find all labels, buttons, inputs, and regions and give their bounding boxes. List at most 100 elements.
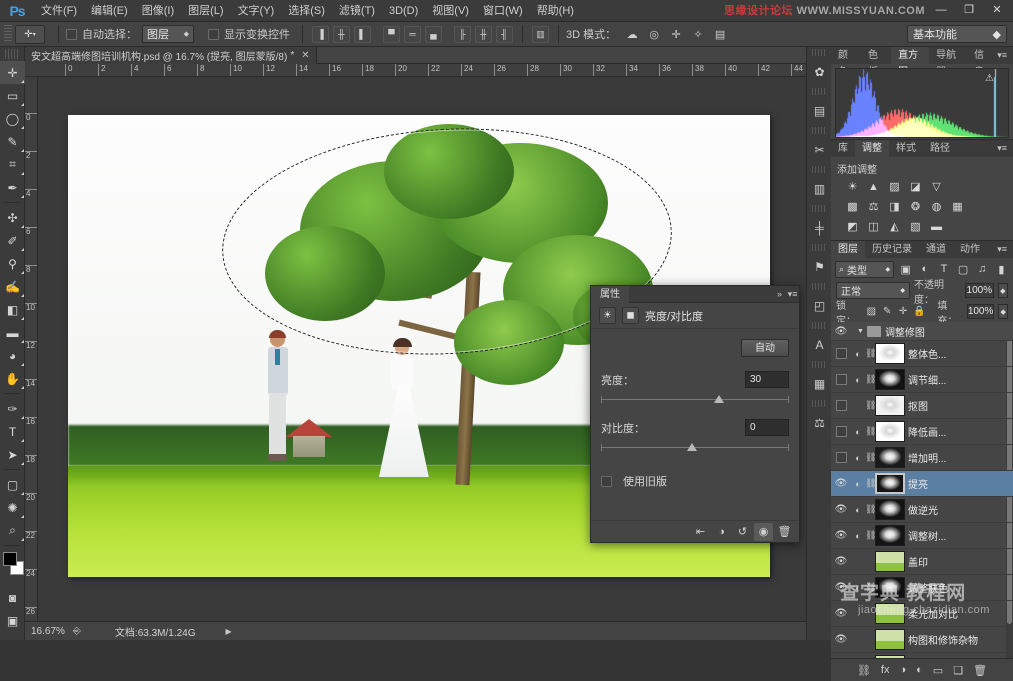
scale-3d-icon[interactable]: ▤ xyxy=(711,25,729,43)
layer-thumbnail[interactable] xyxy=(875,655,905,658)
histogram-warning-icon[interactable]: ⚠ xyxy=(985,73,994,84)
lock-image-pixels-icon[interactable]: ✎ xyxy=(881,305,893,319)
layer-name[interactable]: 调整肤色 xyxy=(908,580,948,595)
dodge-tool[interactable]: ✋ xyxy=(0,367,25,390)
brightness-slider[interactable] xyxy=(601,395,789,405)
layer-visibility-icon[interactable] xyxy=(831,367,851,393)
tab-properties[interactable]: 属性 xyxy=(591,286,629,303)
crop-tool[interactable]: ⌗ xyxy=(0,153,25,176)
invert-icon[interactable]: ◩ xyxy=(843,218,862,235)
photo-filter-icon[interactable]: ❂ xyxy=(906,198,925,215)
character-dock-icon[interactable]: A xyxy=(807,331,832,359)
layer-name[interactable]: 提亮 xyxy=(908,476,928,491)
mask-link-icon[interactable]: ⛓ xyxy=(865,452,875,463)
pen-tool[interactable]: ✑ xyxy=(0,397,25,420)
panel-menu-icon[interactable]: ▾≡ xyxy=(786,286,799,303)
maximize-button[interactable]: ❐ xyxy=(955,1,983,19)
layer-style-icon[interactable]: fx xyxy=(881,664,890,676)
tools-panel-grip[interactable] xyxy=(5,49,19,59)
lock-position-icon[interactable]: ✛ xyxy=(897,305,909,319)
3d-dock-icon[interactable]: ▤ xyxy=(807,97,832,125)
layer-visibility-icon[interactable]: 👁 xyxy=(831,575,851,601)
foreground-color-swatch[interactable] xyxy=(3,552,17,566)
align-vertical-centers-button[interactable]: ═ xyxy=(404,26,421,43)
link-layers-icon[interactable]: ⛓ xyxy=(857,664,871,677)
workspace-dropdown[interactable]: 基本功能 ◆ xyxy=(907,25,1007,43)
auto-select-target-dropdown[interactable]: 图层 ◆ xyxy=(142,25,194,43)
align-left-edges-button[interactable]: ▐ xyxy=(312,26,329,43)
document-tab[interactable]: 安文超高端修图培训机构.psd @ 16.7% (提亮, 图层蒙版/8) * ✕ xyxy=(25,47,317,64)
blur-tool[interactable]: ◕ xyxy=(0,344,25,367)
toggle-visibility-icon[interactable]: ◉ xyxy=(754,523,773,541)
adjustments-dock-icon[interactable]: ⚖ xyxy=(807,409,832,437)
new-layer-icon[interactable]: ❏ xyxy=(953,664,963,677)
status-more-arrow-icon[interactable]: ▶ xyxy=(226,627,232,636)
orbit-3d-icon[interactable]: ☁ xyxy=(623,25,641,43)
notes-dock-icon[interactable]: ⚑ xyxy=(807,253,832,281)
screen-mode-toggle[interactable]: ▣ xyxy=(0,609,25,632)
panel-menu-icon[interactable]: ▾≡ xyxy=(997,50,1013,61)
filter-toggle-icon[interactable]: ▮ xyxy=(994,261,1009,277)
layer-name[interactable]: 降低画... xyxy=(908,424,946,439)
distribute-vertical-centers-button[interactable]: ╫ xyxy=(475,26,492,43)
layer-visibility-icon[interactable]: 👁 xyxy=(831,471,851,497)
brush-tool[interactable]: ✐ xyxy=(0,229,25,252)
filter-smart-object-icon[interactable]: ♫ xyxy=(975,261,990,277)
new-group-icon[interactable]: ▭ xyxy=(933,664,943,677)
panel-menu-icon[interactable]: ▾≡ xyxy=(997,244,1013,255)
layer-name[interactable]: 调节细... xyxy=(908,372,946,387)
menu-item-8[interactable]: 视图(V) xyxy=(425,0,476,22)
tab-layers-panel-2[interactable]: 通道 xyxy=(919,241,953,258)
menu-item-0[interactable]: 文件(F) xyxy=(34,0,84,22)
show-transform-checkbox[interactable] xyxy=(208,29,219,40)
menu-item-9[interactable]: 窗口(W) xyxy=(476,0,530,22)
slide-3d-icon[interactable]: ✧ xyxy=(689,25,707,43)
eraser-tool[interactable]: ◧ xyxy=(0,298,25,321)
fill-value[interactable]: 100% xyxy=(967,304,995,319)
layer-thumbnail[interactable] xyxy=(875,395,905,416)
gradient-tool[interactable]: ▬ xyxy=(0,321,25,344)
menu-item-5[interactable]: 选择(S) xyxy=(281,0,332,22)
contrast-slider[interactable] xyxy=(601,443,789,453)
distribute-bottom-edges-button[interactable]: ╢ xyxy=(496,26,513,43)
menu-item-3[interactable]: 图层(L) xyxy=(181,0,230,22)
pan-3d-icon[interactable]: ✛ xyxy=(667,25,685,43)
group-expand-icon[interactable]: ▼ xyxy=(857,328,864,335)
levels-icon[interactable]: ▲ xyxy=(864,178,883,195)
layer-row[interactable]: 👁构图和修饰杂物 xyxy=(831,627,1013,653)
tab-color-panel-4[interactable]: 信息 xyxy=(967,47,997,64)
menu-item-4[interactable]: 文字(Y) xyxy=(231,0,282,22)
layer-name[interactable]: 调整树... xyxy=(908,528,946,543)
path-selection-tool[interactable]: ➤ xyxy=(0,443,25,466)
vibrance-icon[interactable]: ▽ xyxy=(927,178,946,195)
roll-3d-icon[interactable]: ◎ xyxy=(645,25,663,43)
layer-mask-icon[interactable]: ◼ xyxy=(622,307,639,324)
gradient-map-icon[interactable]: ▬ xyxy=(927,218,946,235)
dock-grip[interactable] xyxy=(812,322,826,329)
layer-name[interactable]: 调整修图 xyxy=(885,324,925,339)
type-tool[interactable]: T xyxy=(0,420,25,443)
properties-dock-icon[interactable]: ▦ xyxy=(807,370,832,398)
layer-thumbnail[interactable] xyxy=(875,577,905,598)
layer-filter-kind-dropdown[interactable]: ⌕ 类型 ◆ xyxy=(835,261,894,278)
filter-pixel-icon[interactable]: ▣ xyxy=(898,261,913,277)
tab-adjustments-panel-3[interactable]: 路径 xyxy=(923,140,957,157)
layer-thumbnail[interactable] xyxy=(875,369,905,390)
panel-menu-icon[interactable]: ▾≡ xyxy=(997,143,1013,154)
timeline-dock-icon[interactable]: ▥ xyxy=(807,175,832,203)
dock-grip[interactable] xyxy=(812,361,826,368)
auto-align-layers-button[interactable]: ▥ xyxy=(532,26,549,43)
layer-row[interactable]: ◐⛓增加明... xyxy=(831,445,1013,471)
threshold-icon[interactable]: ◭ xyxy=(885,218,904,235)
brightness-value[interactable]: 30 xyxy=(745,371,789,388)
layer-row[interactable]: 👁◐⛓提亮 xyxy=(831,471,1013,497)
lock-transparent-pixels-icon[interactable]: ▨ xyxy=(865,305,877,319)
layer-visibility-icon[interactable] xyxy=(831,445,851,471)
layer-visibility-icon[interactable]: 👁 xyxy=(831,549,851,575)
exposure-icon[interactable]: ◪ xyxy=(906,178,925,195)
layer-visibility-icon[interactable]: 👁 xyxy=(831,523,851,549)
layer-thumbnail[interactable] xyxy=(875,525,905,546)
black-white-icon[interactable]: ◨ xyxy=(885,198,904,215)
mask-link-icon[interactable]: ⛓ xyxy=(865,426,875,437)
curves-icon[interactable]: ▨ xyxy=(885,178,904,195)
